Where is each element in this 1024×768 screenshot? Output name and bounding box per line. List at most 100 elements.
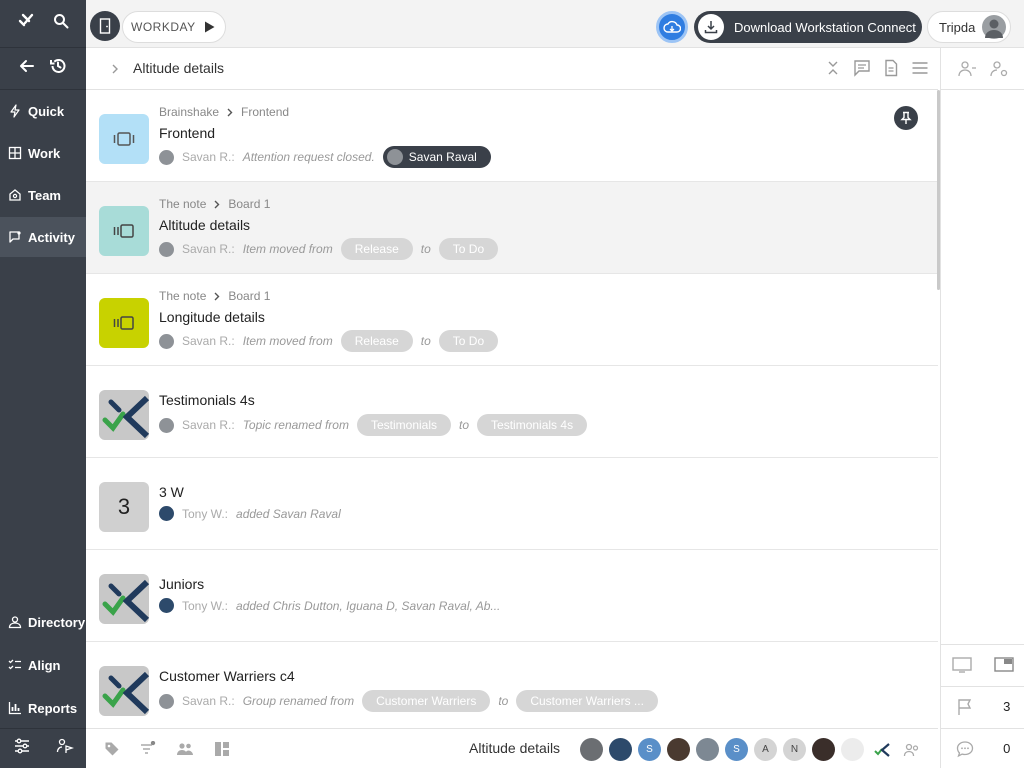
- activity-list: Brainshake Frontend Frontend Savan R.: A…: [86, 90, 938, 728]
- avatar: [159, 693, 174, 709]
- sidebar-item-label: Activity: [28, 229, 75, 245]
- breadcrumb-item[interactable]: Board 1: [228, 197, 270, 211]
- pin-icon[interactable]: [894, 106, 918, 130]
- sidebar-item-align[interactable]: Align: [0, 645, 86, 685]
- group-logo-icon: [102, 395, 149, 439]
- bottom-title: Altitude details: [469, 740, 561, 756]
- avatar: [159, 149, 174, 165]
- comment-row[interactable]: 0: [941, 728, 1024, 768]
- avatar[interactable]: S: [725, 738, 748, 761]
- flag-count: 3: [1003, 699, 1011, 714]
- sidebar-item-reports[interactable]: Reports: [0, 688, 86, 728]
- from-chip[interactable]: Release: [340, 238, 413, 260]
- grid-icon: [8, 146, 22, 160]
- group-logo-thumbnail: [99, 574, 149, 624]
- breadcrumb-item[interactable]: Frontend: [241, 105, 289, 119]
- item-title[interactable]: Altitude details: [159, 217, 250, 233]
- breadcrumb-item[interactable]: Brainshake: [159, 105, 219, 119]
- from-chip[interactable]: Customer Warriers: [362, 690, 491, 712]
- from-chip[interactable]: Testimonials: [356, 414, 452, 436]
- list-item[interactable]: Brainshake Frontend Frontend Savan R.: A…: [86, 90, 938, 182]
- people-icon[interactable]: [176, 741, 194, 757]
- sidebar-item-quick[interactable]: Quick: [0, 91, 86, 131]
- to-chip[interactable]: Customer Warriers ...: [516, 690, 658, 712]
- avatar[interactable]: [841, 738, 864, 761]
- item-title[interactable]: 3 W: [159, 484, 184, 500]
- list-item[interactable]: Testimonials 4s Savan R.: Topic renamed …: [86, 366, 938, 458]
- user-menu[interactable]: Tripda: [927, 11, 1011, 43]
- item-meta: Savan R.: Item moved from Release to To …: [159, 330, 499, 352]
- from-chip[interactable]: Release: [340, 330, 413, 352]
- history-icon[interactable]: [49, 57, 67, 80]
- avatar[interactable]: N: [783, 738, 806, 761]
- item-meta: Tony W.: added Chris Dutton, Iguana D, S…: [159, 598, 500, 613]
- person-chip[interactable]: Savan Raval: [382, 146, 491, 168]
- play-icon: [205, 21, 215, 33]
- document-icon[interactable]: [882, 59, 900, 77]
- avatar[interactable]: A: [754, 738, 777, 761]
- to-chip[interactable]: Testimonials 4s: [477, 414, 588, 436]
- user-settings-icon[interactable]: [989, 60, 1009, 78]
- history-nav: [0, 48, 86, 90]
- layout-icon[interactable]: [214, 741, 230, 757]
- sidebar-item-directory[interactable]: Directory: [0, 602, 86, 642]
- avatar[interactable]: S: [638, 738, 661, 761]
- logo-icon[interactable]: [17, 12, 35, 35]
- sidebar-item-team[interactable]: Team: [0, 175, 86, 215]
- screen-icon[interactable]: [952, 656, 972, 673]
- breadcrumb-item[interactable]: Board 1: [228, 289, 270, 303]
- tag-icon[interactable]: [104, 741, 120, 757]
- number-thumbnail: 3: [99, 482, 149, 532]
- download-label: Download Workstation Connect: [734, 19, 916, 35]
- item-title[interactable]: Frontend: [159, 125, 215, 141]
- download-workstation-button[interactable]: Download Workstation Connect: [694, 11, 922, 43]
- user-manage-icon[interactable]: [957, 60, 977, 78]
- chat-icon[interactable]: [853, 59, 871, 77]
- item-title[interactable]: Juniors: [159, 576, 204, 592]
- avatar[interactable]: [580, 738, 603, 761]
- avatar[interactable]: [696, 738, 719, 761]
- to-chip[interactable]: To Do: [438, 238, 499, 260]
- header-actions: [824, 59, 929, 77]
- workday-door-icon[interactable]: [90, 11, 120, 41]
- picture-in-picture-icon[interactable]: [994, 656, 1014, 673]
- search-icon[interactable]: [53, 13, 69, 34]
- user-flag-icon[interactable]: [56, 737, 74, 760]
- sidebar-item-activity[interactable]: Activity: [0, 217, 86, 257]
- item-title[interactable]: Customer Warriers c4: [159, 668, 295, 684]
- avatar[interactable]: [812, 738, 835, 761]
- group-logo-icon[interactable]: [870, 738, 893, 761]
- bottom-bar: Altitude details S S A N: [86, 728, 938, 768]
- sidebar-item-work[interactable]: Work: [0, 133, 86, 173]
- breadcrumb-item[interactable]: The note: [159, 197, 206, 211]
- avatar[interactable]: [609, 738, 632, 761]
- to-word: to: [420, 334, 431, 348]
- to-chip[interactable]: To Do: [438, 330, 499, 352]
- workday-button[interactable]: WORKDAY: [122, 11, 226, 43]
- item-title[interactable]: Longitude details: [159, 309, 265, 325]
- list-item[interactable]: Juniors Tony W.: added Chris Dutton, Igu…: [86, 550, 938, 642]
- breadcrumb-item[interactable]: The note: [159, 289, 206, 303]
- avatar[interactable]: [667, 738, 690, 761]
- chevron-right-icon[interactable]: [110, 62, 120, 76]
- top-bar: WORKDAY Download Workstation Connect Tri…: [86, 0, 1024, 48]
- avatar: [159, 598, 174, 613]
- list-item[interactable]: The note Board 1 Longitude details Savan…: [86, 274, 938, 366]
- to-word: to: [498, 694, 509, 708]
- list-item[interactable]: The note Board 1 Altitude details Savan …: [86, 182, 938, 274]
- avatar: [159, 241, 174, 257]
- team-icon: [9, 189, 21, 201]
- flag-row[interactable]: 3: [941, 686, 1024, 726]
- cloud-sync-icon[interactable]: [656, 11, 688, 43]
- breadcrumb: Brainshake Frontend: [159, 105, 289, 119]
- collapse-icon[interactable]: [824, 59, 842, 77]
- menu-icon[interactable]: [911, 59, 929, 77]
- filter-icon[interactable]: [140, 741, 156, 757]
- settings-sliders-icon[interactable]: [13, 737, 31, 760]
- people-icon[interactable]: [903, 738, 921, 761]
- item-title[interactable]: Testimonials 4s: [159, 392, 255, 408]
- list-item[interactable]: 3 3 W Tony W.: added Savan Raval: [86, 458, 938, 550]
- comment-icon: [956, 740, 973, 757]
- list-item[interactable]: Customer Warriers c4 Savan R.: Group ren…: [86, 642, 938, 728]
- back-arrow-icon[interactable]: [19, 58, 35, 79]
